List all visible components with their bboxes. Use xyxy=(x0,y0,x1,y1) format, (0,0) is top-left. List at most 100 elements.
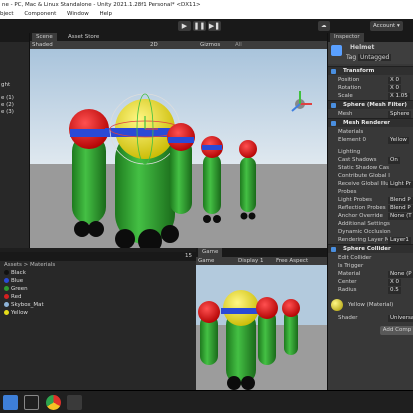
hierarchy-item[interactable]: e (2) xyxy=(0,102,29,109)
material-name: Green xyxy=(11,286,28,292)
tab-asset-store[interactable]: Asset Store xyxy=(64,33,103,41)
property-label: Edit Collider xyxy=(338,255,372,261)
material-item[interactable]: Skybox_Mat xyxy=(0,301,196,309)
component-enabled-checkbox[interactable] xyxy=(331,103,336,108)
property-value-field[interactable]: On xyxy=(388,156,400,164)
property-value-field[interactable]: Light Pr xyxy=(388,180,413,188)
object-name-field[interactable]: Helmet xyxy=(350,44,374,51)
scene-view[interactable]: Scene Asset Store Shaded 2D Gizmos All xyxy=(30,33,327,248)
cloud-icon[interactable]: ☁ xyxy=(318,21,330,31)
component-header-mesh-renderer[interactable]: Mesh Renderer xyxy=(328,118,413,127)
chrome-icon[interactable] xyxy=(46,395,61,410)
property-value-field[interactable]: X 0 xyxy=(388,84,402,92)
project-item-count: 15 xyxy=(185,253,192,259)
material-item[interactable]: Blue xyxy=(0,277,196,285)
property-row-contribute-gi: Contribute Global I xyxy=(328,172,413,180)
tag-label: Tag xyxy=(346,54,357,61)
material-icon xyxy=(4,302,9,307)
component-header-mesh-filter[interactable]: Sphere (Mesh Filter) xyxy=(328,100,413,109)
hierarchy-panel: ght e (1) e (2) e (3) xyxy=(0,33,30,248)
property-value-field[interactable]: Blend P xyxy=(388,204,413,212)
inspector-panel: Inspector Helmet Tag Untagged Transform P… xyxy=(327,33,413,390)
property-value-field[interactable]: None (T xyxy=(388,212,413,220)
menu-help[interactable]: Help xyxy=(99,11,112,17)
step-button[interactable]: ▶❚ xyxy=(208,21,221,31)
property-row-probes: Probes xyxy=(328,188,413,196)
property-label: Probes xyxy=(338,189,357,195)
property-label: Contribute Global I xyxy=(338,173,390,179)
property-value-field[interactable]: Layer1 xyxy=(388,236,411,244)
component-enabled-checkbox[interactable] xyxy=(331,69,336,74)
component-header-transform[interactable]: Transform xyxy=(328,66,413,75)
tab-scene[interactable]: Scene xyxy=(32,33,57,41)
menu-window[interactable]: Window xyxy=(67,11,89,17)
property-value-field[interactable]: X 0 xyxy=(388,278,402,286)
property-value-field[interactable]: X 1.05 xyxy=(388,92,410,100)
project-panel: 15 Assets > Materials Black Blue Green Red S… xyxy=(0,252,196,390)
property-row-center: Center X 0 xyxy=(328,278,413,286)
add-component-button[interactable]: Add Comp xyxy=(380,326,413,335)
property-label: Rendering Layer M xyxy=(338,237,390,243)
hierarchy-item[interactable]: e (1) xyxy=(0,95,29,102)
property-label: Shader xyxy=(338,315,358,321)
aspect-dropdown[interactable]: Free Aspect xyxy=(276,257,308,265)
material-sphere-icon xyxy=(331,299,343,311)
property-label: Dynamic Occlusion xyxy=(338,229,391,235)
breadcrumb: Assets > Materials xyxy=(4,262,56,268)
menu-bar: bject Component Window Help xyxy=(0,10,413,19)
material-icon xyxy=(4,270,9,275)
property-row-is-trigger: Is Trigger xyxy=(328,262,413,270)
start-icon[interactable] xyxy=(3,395,18,410)
material-item[interactable]: Green xyxy=(0,285,196,293)
gizmos-dropdown[interactable]: Gizmos xyxy=(200,41,220,49)
tab-game[interactable]: Game xyxy=(198,248,223,257)
tab-inspector[interactable]: Inspector xyxy=(330,33,364,42)
material-item[interactable]: Yellow xyxy=(0,309,196,317)
hierarchy-item[interactable]: e (3) xyxy=(0,109,29,116)
property-value-field[interactable]: Yellow xyxy=(388,136,409,144)
shading-mode-dropdown[interactable]: Shaded xyxy=(32,41,53,49)
property-row-dynamic-occlusion: Dynamic Occlusion xyxy=(328,228,413,236)
scene-search-input[interactable]: All xyxy=(235,41,242,49)
property-label: Rotation xyxy=(338,85,362,91)
play-button[interactable]: ▶ xyxy=(178,21,191,31)
game-view[interactable]: Game Game Display 1 Free Aspect xyxy=(196,248,327,390)
display-number-dropdown[interactable]: Display 1 xyxy=(238,257,264,265)
component-enabled-checkbox[interactable] xyxy=(331,247,336,252)
property-label: Lighting xyxy=(338,149,361,155)
menu-gameobject[interactable]: bject xyxy=(0,11,14,17)
property-row-mesh: Mesh Sphere xyxy=(328,110,413,118)
scene-canvas xyxy=(30,49,327,248)
task-view-icon[interactable] xyxy=(24,395,39,410)
component-header-sphere-collider[interactable]: Sphere Collider xyxy=(328,244,413,253)
property-row-materials: Materials xyxy=(328,128,413,136)
property-value-field[interactable]: None (P xyxy=(388,270,413,278)
component-enabled-checkbox[interactable] xyxy=(331,121,336,126)
material-item[interactable]: Red xyxy=(0,293,196,301)
unity-icon[interactable] xyxy=(67,395,82,410)
property-value-field[interactable]: X 0 xyxy=(388,76,402,84)
game-display-dropdown[interactable]: Game xyxy=(198,257,214,265)
property-label: Center xyxy=(338,279,357,285)
property-row-material: Material None (P xyxy=(328,270,413,278)
property-value-field[interactable]: Blend P xyxy=(388,196,413,204)
property-row-shader: Shader Universal Rend xyxy=(328,314,413,322)
windows-taskbar xyxy=(0,390,413,413)
property-label: Is Trigger xyxy=(338,263,364,269)
property-value-field[interactable]: 0.5 xyxy=(388,286,401,294)
property-value-field[interactable]: Universal Rend xyxy=(388,314,413,322)
property-label: Material xyxy=(338,271,361,277)
account-dropdown[interactable]: Account ▾ xyxy=(370,21,403,31)
material-preview-row[interactable]: Yellow (Material) xyxy=(328,298,413,312)
window-title: ne - PC, Mac & Linux Standalone - Unity … xyxy=(2,2,201,8)
property-row-edit-collider: Edit Collider xyxy=(328,254,413,262)
pause-button[interactable]: ❚❚ xyxy=(193,21,206,31)
tag-dropdown[interactable]: Untagged xyxy=(358,54,392,61)
hierarchy-item[interactable]: ght xyxy=(0,82,29,89)
material-name: Yellow xyxy=(11,310,28,316)
material-item[interactable]: Black xyxy=(0,269,196,277)
menu-component[interactable]: Component xyxy=(24,11,56,17)
property-label: Cast Shadows xyxy=(338,157,377,163)
2d-toggle[interactable]: 2D xyxy=(150,41,158,49)
property-value-field[interactable]: Sphere xyxy=(388,110,412,118)
